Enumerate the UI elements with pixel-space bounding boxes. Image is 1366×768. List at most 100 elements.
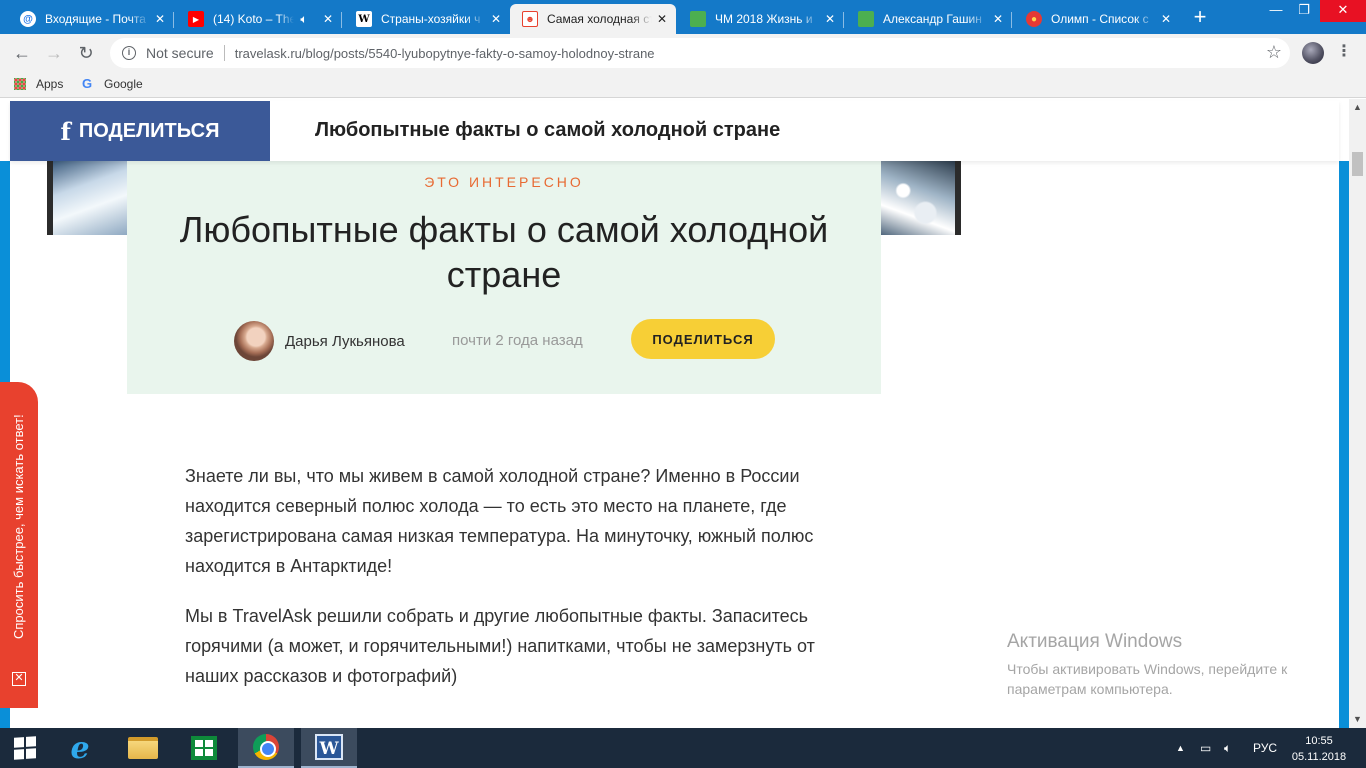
article-paragraph: Мы в TravelAsk решили собрать и другие л… <box>185 606 815 686</box>
close-icon[interactable]: ✕ <box>988 12 1008 26</box>
author-avatar[interactable] <box>234 321 274 361</box>
travelask-icon: ☻ <box>522 11 538 27</box>
start-button[interactable] <box>0 728 50 768</box>
apps-grid-icon <box>14 78 26 90</box>
author-block[interactable]: Дарья Лукьянова <box>234 321 405 361</box>
clock-time: 10:55 <box>1305 735 1333 747</box>
activation-text: Чтобы активировать Windows, перейдите к … <box>1007 661 1288 697</box>
article-title: Любопытные факты о самой холодной стране <box>179 209 829 295</box>
ask-widget-label: Спросить быстрее, чем искать ответ! <box>11 414 26 640</box>
windows-activation-watermark: Активация Windows Чтобы активировать Win… <box>1007 631 1327 699</box>
share-button[interactable]: ПОДЕЛИТЬСЯ <box>631 319 775 359</box>
tab-title: ЧМ 2018 Жизнь и <box>715 12 813 26</box>
scroll-up-arrow-icon[interactable]: ▲ <box>1349 99 1366 116</box>
article-header-card: ЭТО ИНТЕРЕСНО Любопытные факты о самой х… <box>127 161 881 394</box>
tab-olimp[interactable]: ● Олимп - Список с ✕ <box>1014 4 1180 34</box>
article-paragraph: Знаете ли вы, что мы живем в самой холод… <box>185 466 814 576</box>
taskbar-clock[interactable]: 10:55 05.11.2018 <box>1288 733 1350 765</box>
tab-youtube[interactable]: ▶ (14) Koto – The 🔈︎ ✕ <box>176 4 342 34</box>
url-text[interactable]: travelask.ru/blog/posts/5540-lyubopytnye… <box>235 46 655 61</box>
taskbar-chrome[interactable] <box>238 728 294 768</box>
activation-title: Активация Windows <box>1007 631 1183 652</box>
green-square-icon <box>690 11 706 27</box>
sticky-share-bar: f ПОДЕЛИТЬСЯ Любопытные факты о самой хо… <box>10 101 1339 161</box>
google-icon: G <box>82 76 93 91</box>
tab-title: Входящие - Почта <box>45 12 146 26</box>
store-icon <box>191 736 217 760</box>
security-label: Not secure <box>146 45 214 61</box>
tab-travelask[interactable]: ☻ Самая холодная ст ✕ <box>510 4 676 34</box>
tab-wikipedia[interactable]: W Страны-хозяйки ч ✕ <box>344 4 510 34</box>
hero-image-left <box>47 161 127 235</box>
mail-at-icon: @ <box>20 11 36 27</box>
clock-date: 05.11.2018 <box>1291 751 1347 763</box>
scroll-down-arrow-icon[interactable]: ▼ <box>1349 711 1366 728</box>
bookmark-apps[interactable]: Apps <box>14 77 63 91</box>
taskbar-store[interactable] <box>176 728 232 768</box>
author-name[interactable]: Дарья Лукьянова <box>285 333 405 350</box>
tray-expand-icon[interactable]: ▲ <box>1176 728 1185 768</box>
wikipedia-icon: W <box>356 11 372 27</box>
explorer-icon <box>128 737 158 759</box>
volume-icon[interactable]: 🔈︎ <box>1224 728 1231 768</box>
browser-toolbar: ← → ↻ i Not secure travelask.ru/blog/pos… <box>0 34 1366 72</box>
sticky-article-title: Любопытные факты о самой холодной стране <box>315 119 781 141</box>
tab-mail[interactable]: @ Входящие - Почта ✕ <box>8 4 174 34</box>
browser-tabstrip: @ Входящие - Почта ✕ ▶ (14) Koto – The 🔈… <box>0 0 1366 34</box>
word-icon: W <box>315 734 343 760</box>
close-icon[interactable]: ✕ <box>820 12 840 26</box>
speaker-icon[interactable]: 🔈︎ <box>294 12 314 27</box>
facebook-share-label: ПОДЕЛИТЬСЯ <box>78 119 220 142</box>
close-icon[interactable]: ✕ <box>12 672 26 686</box>
close-icon[interactable]: ✕ <box>318 12 338 26</box>
close-icon[interactable]: ✕ <box>150 12 170 26</box>
tab-title: Самая холодная ст <box>547 12 652 26</box>
ask-question-widget[interactable]: Спросить быстрее, чем искать ответ! ✕ <box>0 382 38 708</box>
reload-button[interactable]: ↻ <box>74 41 98 65</box>
language-indicator[interactable]: РУС <box>1253 728 1277 768</box>
tab-title: Олимп - Список с <box>1051 12 1149 26</box>
tab-gashin[interactable]: Александр Гашин ✕ <box>846 4 1012 34</box>
new-tab-button[interactable]: + <box>1188 6 1212 30</box>
facebook-share-button[interactable]: f ПОДЕЛИТЬСЯ <box>10 101 270 161</box>
chrome-icon <box>253 734 279 760</box>
menu-icon[interactable]: ⋮ <box>1334 42 1354 64</box>
windows-taskbar: e W ▲ ▭ 🔈︎ РУС 10:55 05.11.2018 <box>0 728 1366 768</box>
network-icon[interactable]: ▭ <box>1200 728 1211 768</box>
restore-button[interactable]: ❐ <box>1290 0 1318 22</box>
publish-time: почти 2 года назад <box>452 332 583 349</box>
forward-button[interactable]: → <box>42 41 66 65</box>
bookmark-label: Google <box>104 77 143 91</box>
hero-image-right <box>881 161 961 235</box>
taskbar-explorer[interactable] <box>115 728 171 768</box>
bookmark-star-icon[interactable]: ☆ <box>1266 42 1282 63</box>
close-window-button[interactable]: ✕ <box>1320 0 1366 22</box>
tab-title: Александр Гашин <box>883 12 982 26</box>
tab-chm2018[interactable]: ЧМ 2018 Жизнь и ✕ <box>678 4 844 34</box>
bookmark-label: Apps <box>36 77 64 91</box>
page-scrollbar[interactable]: ▲ ▼ <box>1349 99 1366 728</box>
green-square-icon <box>858 11 874 27</box>
minimize-button[interactable]: — <box>1262 0 1290 22</box>
close-icon[interactable]: ✕ <box>652 12 672 26</box>
close-icon[interactable]: ✕ <box>1156 12 1176 26</box>
close-icon[interactable]: ✕ <box>486 12 506 26</box>
back-button[interactable]: ← <box>10 41 34 65</box>
taskbar-ie[interactable]: e <box>52 728 108 768</box>
scrollbar-thumb[interactable] <box>1352 152 1363 176</box>
start-icon <box>14 736 36 760</box>
ie-icon: e <box>70 730 90 766</box>
profile-avatar[interactable] <box>1302 42 1324 64</box>
tab-title: Страны-хозяйки ч <box>381 12 481 26</box>
bookmark-google[interactable]: G Google <box>82 76 143 92</box>
tab-title: (14) Koto – The <box>213 12 294 26</box>
page-viewport: f ПОДЕЛИТЬСЯ Любопытные факты о самой хо… <box>0 99 1349 728</box>
article-category[interactable]: ЭТО ИНТЕРЕСНО <box>127 174 881 190</box>
address-bar[interactable]: i Not secure travelask.ru/blog/posts/554… <box>110 38 1290 68</box>
facebook-icon: f <box>60 116 71 146</box>
right-accent-line <box>1339 161 1349 728</box>
taskbar-word[interactable]: W <box>301 728 357 768</box>
info-icon[interactable]: i <box>122 46 136 60</box>
bookmarks-bar: Apps G Google <box>0 72 1366 98</box>
youtube-icon: ▶ <box>188 11 204 27</box>
